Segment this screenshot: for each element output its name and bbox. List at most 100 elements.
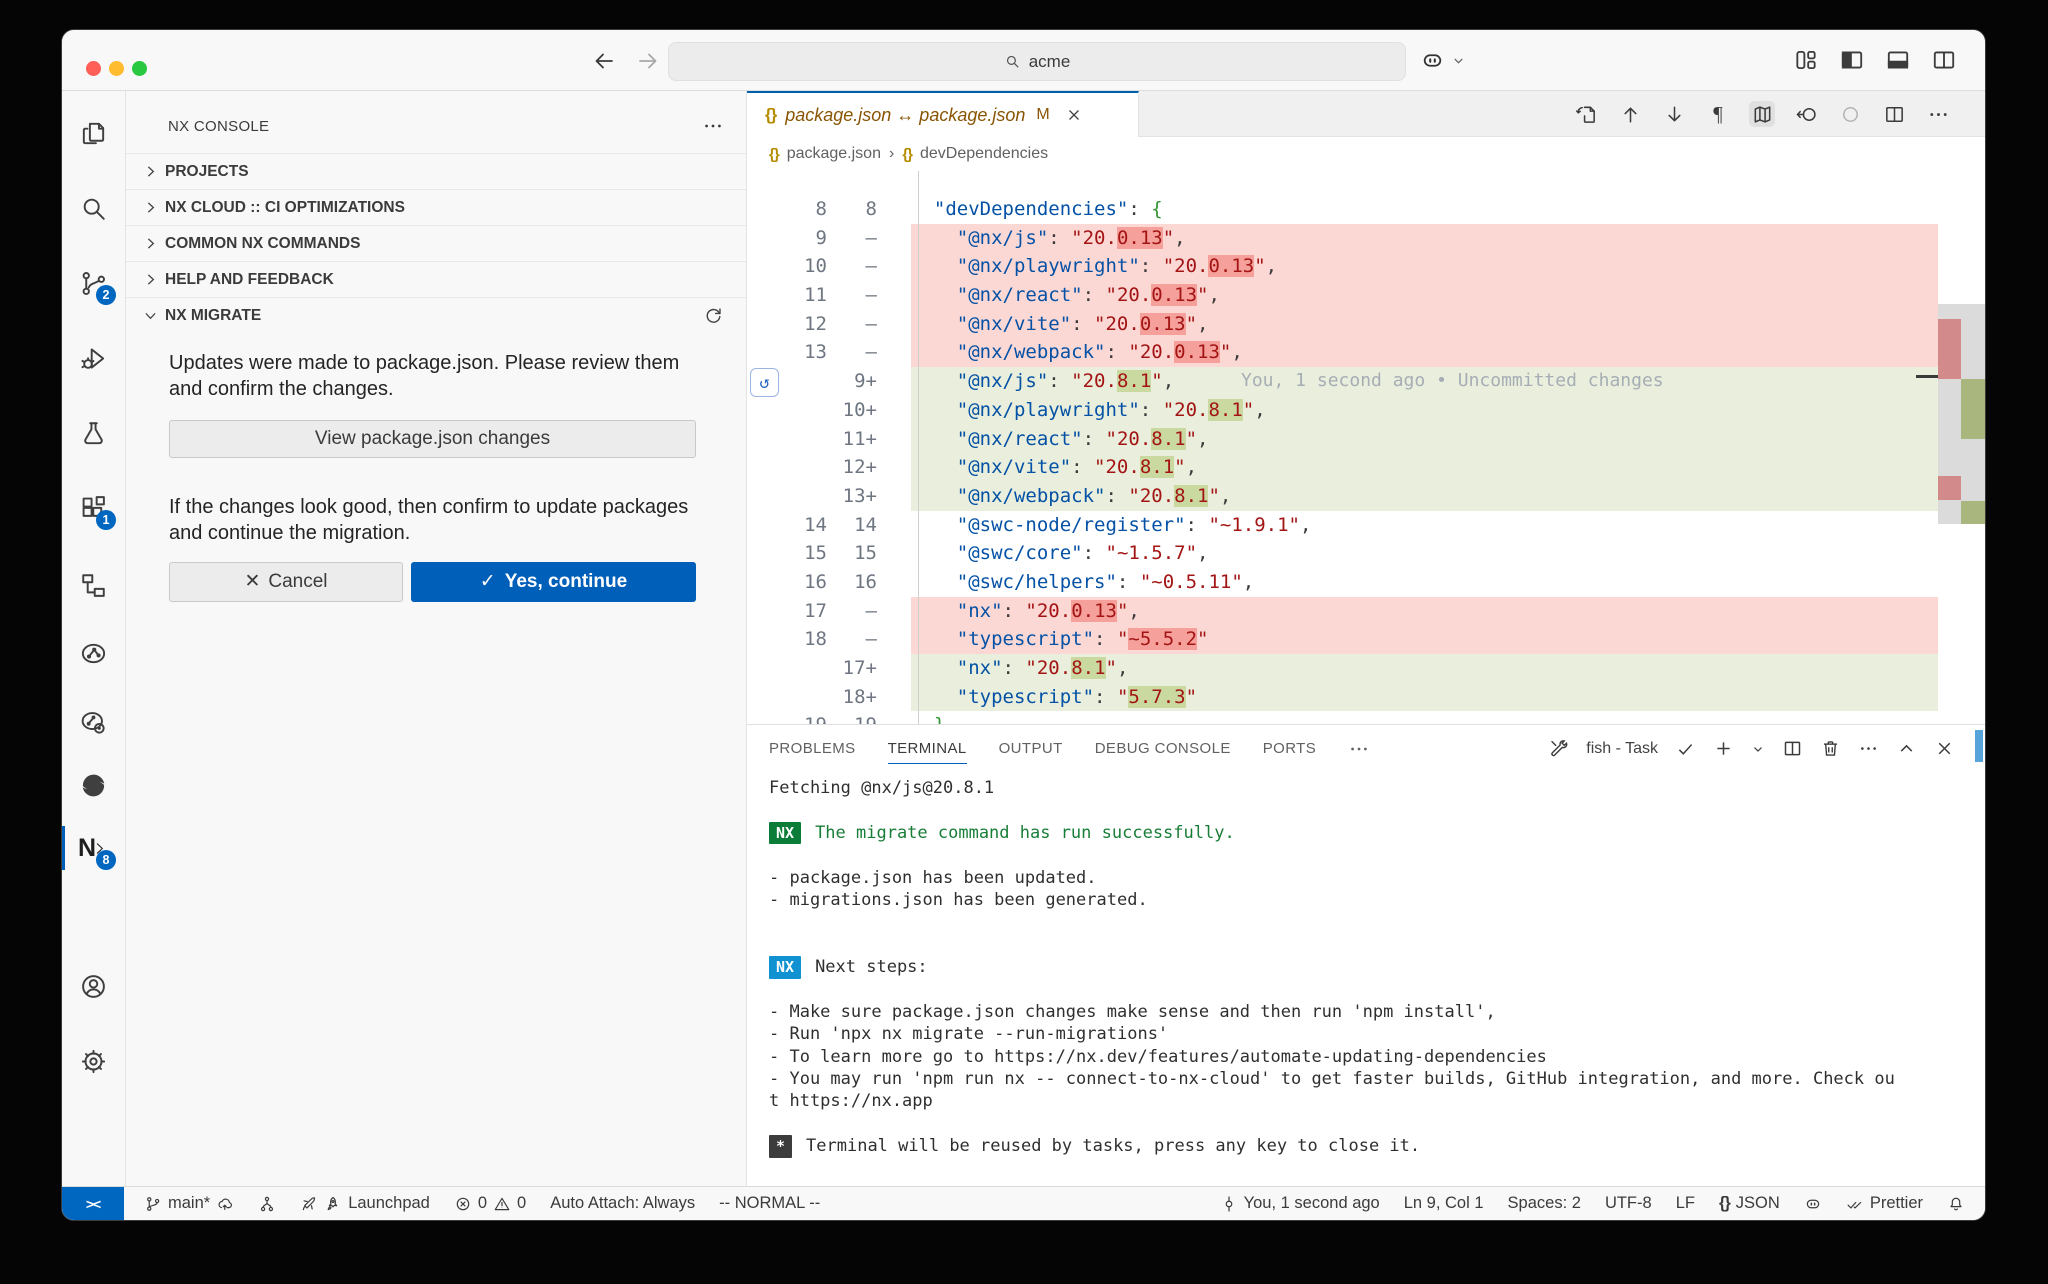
toggle-whitespace-icon[interactable]: ¶: [1705, 101, 1731, 127]
overview-ruler[interactable]: [1938, 251, 1985, 724]
yes-continue-button[interactable]: ✓ Yes, continue: [411, 562, 696, 602]
activity-bar-item-accounts[interactable]: [69, 962, 117, 1010]
sidebar-section-projects[interactable]: PROJECTS: [126, 153, 746, 189]
diff-line-added[interactable]: 13+ "@nx/webpack": "20.8.1",: [747, 482, 1985, 511]
diff-line-removed[interactable]: 9— "@nx/js": "20.0.13",: [747, 224, 1985, 253]
status-item-formatter[interactable]: Prettier: [1846, 1194, 1923, 1213]
status-item-eol[interactable]: LF: [1676, 1194, 1695, 1213]
more-actions-icon[interactable]: [702, 115, 724, 137]
status-item-blame-status[interactable]: You, 1 second ago: [1220, 1194, 1380, 1213]
diff-line-added[interactable]: 11+ "@nx/react": "20.8.1",: [747, 425, 1985, 454]
breadcrumb[interactable]: {} package.json › {} devDependencies: [747, 137, 1985, 171]
panel-tab-debug-console[interactable]: DEBUG CONSOLE: [1095, 725, 1231, 772]
panel-tab-output[interactable]: OUTPUT: [999, 725, 1063, 772]
status-item-problems[interactable]: 00: [454, 1194, 526, 1213]
panel-tabs-more-icon[interactable]: [1348, 738, 1370, 760]
terminal-scrollbar[interactable]: [1975, 730, 1983, 762]
status-item-notifications[interactable]: [1947, 1195, 1965, 1213]
panel-tab-problems[interactable]: PROBLEMS: [769, 725, 856, 772]
split-editor-icon[interactable]: [1881, 101, 1907, 127]
status-item-launchpad[interactable]: Launchpad: [300, 1194, 430, 1213]
command-center-search[interactable]: acme: [668, 42, 1406, 81]
terminal[interactable]: Fetching @nx/js@20.8.1 NXThe migrate com…: [769, 777, 1955, 1186]
activity-bar-item-search[interactable]: [69, 184, 117, 232]
status-item-auto-attach[interactable]: Auto Attach: Always: [550, 1194, 695, 1213]
activity-bar-item-nx-console[interactable]: N8: [69, 824, 117, 872]
remote-indicator[interactable]: ><: [62, 1187, 124, 1221]
activity-bar-item-extensions[interactable]: 1: [69, 484, 117, 532]
split-terminal-icon[interactable]: [1782, 738, 1803, 759]
diff-line-context[interactable]: 1919 },: [747, 711, 1985, 724]
diff-line-added[interactable]: 18+ "typescript": "5.7.3": [747, 683, 1985, 712]
terminal-instance-label[interactable]: fish - Task: [1586, 740, 1658, 758]
activity-bar-item-gitlens[interactable]: [69, 698, 117, 746]
toggle-panel-icon[interactable]: [1885, 47, 1911, 73]
close-tab-icon[interactable]: [1065, 106, 1083, 124]
maximize-panel-icon[interactable]: [1896, 738, 1917, 759]
revert-file-icon[interactable]: [1793, 101, 1819, 127]
status-item-vim-mode[interactable]: -- NORMAL --: [719, 1194, 820, 1213]
refresh-icon[interactable]: [703, 305, 724, 326]
status-item-cursor-position[interactable]: Ln 9, Col 1: [1404, 1194, 1484, 1213]
minimize-window-button[interactable]: [109, 61, 124, 76]
activity-bar-item-run-and-debug[interactable]: [69, 334, 117, 382]
toggle-primary-sidebar-icon[interactable]: [1839, 47, 1865, 73]
sidebar-section-help-feedback[interactable]: HELP AND FEEDBACK: [126, 261, 746, 297]
swap-sides-icon[interactable]: [1573, 101, 1599, 127]
diff-line-context[interactable]: 1515 "@swc/core": "~1.5.7",: [747, 539, 1985, 568]
status-item-encoding[interactable]: UTF-8: [1605, 1194, 1652, 1213]
activity-bar-item-hierarchy[interactable]: [69, 561, 117, 609]
revert-block-icon[interactable]: ↺: [750, 368, 779, 397]
panel-tab-terminal[interactable]: TERMINAL: [888, 725, 967, 772]
sidebar-section-common-commands[interactable]: COMMON NX COMMANDS: [126, 225, 746, 261]
diff-line-removed[interactable]: 18— "typescript": "~5.5.2": [747, 625, 1985, 654]
previous-change-icon[interactable]: [1617, 101, 1643, 127]
status-item-language-mode[interactable]: {}JSON: [1719, 1194, 1780, 1213]
forward-icon[interactable]: [636, 49, 660, 73]
diff-line-added[interactable]: 9+ "@nx/js": "20.8.1",You, 1 second ago …: [747, 367, 1985, 396]
toggle-secondary-sidebar-icon[interactable]: [1931, 47, 1957, 73]
breadcrumb-file[interactable]: package.json: [787, 145, 881, 163]
close-panel-icon[interactable]: [1934, 738, 1955, 759]
status-item-git-branch[interactable]: main*: [144, 1194, 234, 1213]
activity-bar-item-source-control[interactable]: 2: [69, 259, 117, 307]
sidebar-section-nx-migrate[interactable]: NX MIGRATE: [126, 297, 746, 333]
terminal-dropdown-icon[interactable]: [1751, 742, 1765, 756]
copilot-menu[interactable]: [1420, 48, 1466, 73]
diff-editor[interactable]: 88 "devDependencies": {9— "@nx/js": "20.…: [747, 171, 1985, 724]
diff-line-removed[interactable]: 11— "@nx/react": "20.0.13",: [747, 281, 1985, 310]
diff-line-added[interactable]: 17+ "nx": "20.8.1",: [747, 654, 1985, 683]
activity-bar-item-nx-cloud[interactable]: [69, 761, 117, 809]
new-terminal-icon[interactable]: [1713, 738, 1734, 759]
cancel-button[interactable]: ✕ Cancel: [169, 562, 403, 602]
activity-bar-item-settings[interactable]: [69, 1037, 117, 1085]
zoom-window-button[interactable]: [132, 61, 147, 76]
close-window-button[interactable]: [86, 61, 101, 76]
panel-tab-ports[interactable]: PORTS: [1263, 725, 1316, 772]
diff-line-removed[interactable]: 10— "@nx/playwright": "20.0.13",: [747, 252, 1985, 281]
diff-line-removed[interactable]: 17— "nx": "20.0.13",: [747, 597, 1985, 626]
sidebar-section-nx-cloud[interactable]: NX CLOUD :: CI OPTIMIZATIONS: [126, 189, 746, 225]
diff-line-added[interactable]: 10+ "@nx/playwright": "20.8.1",: [747, 396, 1985, 425]
status-item-indentation[interactable]: Spaces: 2: [1508, 1194, 1581, 1213]
kill-terminal-icon[interactable]: [1820, 738, 1841, 759]
diff-line-context[interactable]: 1616 "@swc/helpers": "~0.5.11",: [747, 568, 1985, 597]
activity-bar-item-explorer[interactable]: [69, 109, 117, 157]
view-package-json-changes-button[interactable]: View package.json changes: [169, 420, 696, 458]
activity-bar-item-git-graph[interactable]: [69, 629, 117, 677]
status-item-git-graph[interactable]: [258, 1195, 276, 1213]
diff-line-removed[interactable]: 13— "@nx/webpack": "20.0.13",: [747, 338, 1985, 367]
tab-package-json-diff[interactable]: {} package.json ↔ package.json M: [747, 91, 1139, 137]
next-change-icon[interactable]: [1661, 101, 1687, 127]
customize-layout-icon[interactable]: [1793, 47, 1819, 73]
status-item-copilot-status[interactable]: [1804, 1195, 1822, 1213]
diff-line-context[interactable]: 1414 "@swc-node/register": "~1.9.1",: [747, 511, 1985, 540]
toggle-inline-view-icon[interactable]: [1749, 101, 1775, 127]
breadcrumb-symbol[interactable]: devDependencies: [920, 145, 1048, 163]
activity-bar-item-testing[interactable]: [69, 409, 117, 457]
diff-line-added[interactable]: 12+ "@nx/vite": "20.8.1",: [747, 453, 1985, 482]
back-icon[interactable]: [592, 49, 616, 73]
panel-more-actions-icon[interactable]: [1858, 738, 1879, 759]
diff-line-context[interactable]: 88 "devDependencies": {: [747, 195, 1985, 224]
diff-line-removed[interactable]: 12— "@nx/vite": "20.0.13",: [747, 310, 1985, 339]
